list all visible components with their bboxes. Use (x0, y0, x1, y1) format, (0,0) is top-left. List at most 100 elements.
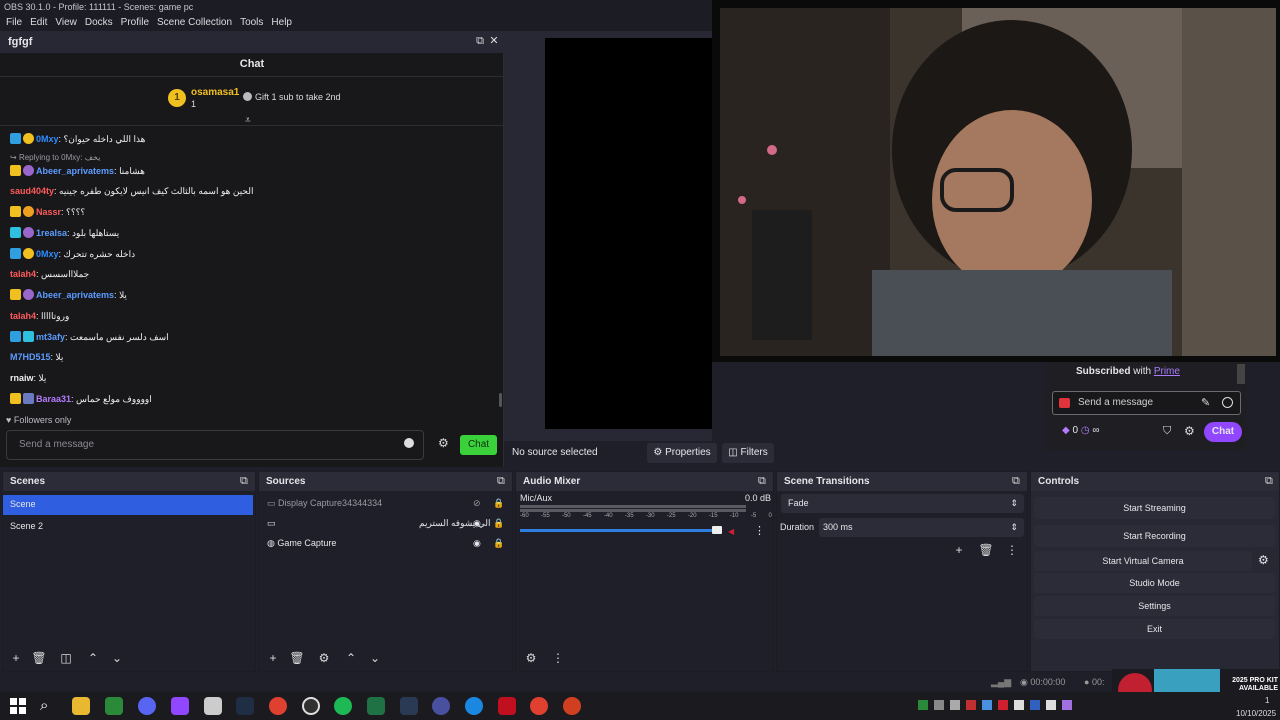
menu-tools[interactable]: Tools (240, 15, 263, 31)
float-dock-icon[interactable]: ⧉ (758, 475, 766, 488)
eye-icon[interactable]: ◉ (473, 514, 481, 532)
excel-icon[interactable] (367, 697, 385, 715)
preview-canvas[interactable] (545, 38, 712, 429)
float-dock-icon[interactable]: ⧉ (1012, 475, 1020, 488)
tray-icon[interactable] (966, 700, 976, 710)
transition-select[interactable]: Fade ⇕ (781, 494, 1024, 513)
overlay-scrollbar[interactable] (1237, 364, 1245, 384)
steam-icon[interactable] (236, 697, 254, 715)
properties-button[interactable]: ⚙ Properties (647, 443, 717, 463)
menu-view[interactable]: View (55, 15, 77, 31)
menu-profile[interactable]: Profile (121, 15, 149, 31)
scene-item[interactable]: Scene 2 (10, 517, 43, 535)
settings-button[interactable]: Settings (1034, 596, 1275, 616)
lock-icon[interactable]: 🔒 (493, 494, 504, 512)
menu-file[interactable]: File (6, 15, 22, 31)
emote-picker-icon[interactable] (404, 438, 414, 448)
duration-spinbox[interactable]: 300 ms ⇕ (819, 518, 1024, 537)
mute-icon[interactable]: ◀ (728, 527, 734, 536)
trash-icon[interactable]: 🗑 (31, 650, 47, 666)
tray-icon[interactable] (982, 700, 992, 710)
add-source-icon[interactable]: + (265, 650, 281, 666)
menu-help[interactable]: Help (271, 15, 292, 31)
expand-chevron-icon[interactable]: ⩡ (245, 115, 251, 126)
gear-icon[interactable]: ⚙ (316, 650, 332, 666)
move-up-icon[interactable]: ⌃ (343, 650, 359, 666)
menu-scene-collection[interactable]: Scene Collection (157, 15, 232, 31)
move-down-icon[interactable]: ⌄ (367, 650, 383, 666)
chat-settings-icon[interactable]: ⚙ (438, 436, 449, 450)
tray-icon[interactable] (1062, 700, 1072, 710)
volume-slider[interactable] (520, 529, 720, 532)
obs-icon[interactable] (302, 697, 320, 715)
cube-app-icon[interactable] (204, 697, 222, 715)
float-dock-icon[interactable]: ⧉ (497, 475, 505, 488)
float-dock-icon[interactable]: ⧉ (1265, 475, 1273, 488)
prime-link[interactable]: Prime (1154, 366, 1180, 377)
source-item[interactable]: ◍ Game Capture (267, 534, 336, 552)
tray-icon[interactable] (1046, 700, 1056, 710)
discord-icon[interactable] (138, 697, 156, 715)
search-icon[interactable]: ⌕ (40, 697, 48, 714)
clock-date[interactable]: 10/10/2025 (1236, 709, 1276, 718)
app-icon[interactable] (432, 697, 450, 715)
start-streaming-button[interactable]: Start Streaming (1034, 497, 1275, 519)
start-virtual-camera-button[interactable]: Start Virtual Camera (1034, 551, 1252, 571)
virtual-camera-settings-icon[interactable]: ⚙ (1258, 553, 1269, 567)
studio-mode-button[interactable]: Studio Mode (1034, 573, 1275, 593)
float-dock-icon[interactable]: ⧉ (240, 475, 248, 488)
add-transition-icon[interactable]: + (951, 542, 967, 558)
hype-icon[interactable]: ✎ (1201, 396, 1210, 409)
gear-icon[interactable]: ⚙ (1184, 424, 1195, 438)
menu-edit[interactable]: Edit (30, 15, 47, 31)
valorant-icon[interactable] (563, 697, 581, 715)
tray-icon[interactable] (950, 700, 960, 710)
tray-icon[interactable] (934, 700, 944, 710)
spotify-icon[interactable] (334, 697, 352, 715)
close-dock-icon[interactable]: ✕ (488, 35, 500, 47)
gift-sub-link[interactable]: Gift 1 sub to take 2nd (243, 92, 341, 102)
steam-icon[interactable] (400, 697, 418, 715)
trash-icon[interactable]: 🗑 (289, 650, 305, 666)
more-options-icon[interactable]: ⋮ (754, 524, 765, 537)
filters-button[interactable]: ◫ Filters (722, 443, 774, 463)
clock-time[interactable]: 1 (1265, 696, 1269, 705)
scene-item[interactable]: Scene (3, 495, 253, 515)
overlay-message-input[interactable]: Send a message ✎ (1052, 391, 1241, 415)
channel-points[interactable]: ◆ 0 ◷ ∞ (1062, 425, 1099, 436)
store-icon[interactable] (105, 697, 123, 715)
filters-icon[interactable]: ◫ (58, 650, 74, 666)
tray-icon[interactable] (918, 700, 928, 710)
chat-send-button[interactable]: Chat (460, 435, 497, 455)
advanced-audio-icon[interactable]: ⚙ (523, 650, 539, 666)
float-dock-icon[interactable]: ⧉ (474, 35, 486, 47)
browser-icon[interactable] (465, 697, 483, 715)
visibility-hidden-icon[interactable]: ⊘ (473, 494, 481, 512)
eye-icon[interactable]: ◉ (473, 534, 481, 552)
chat-scrollbar[interactable] (499, 393, 502, 407)
trash-icon[interactable]: 🗑 (978, 542, 994, 558)
menu-docks[interactable]: Docks (85, 15, 113, 31)
more-options-icon[interactable]: ⋮ (1004, 542, 1020, 558)
shield-icon[interactable]: ⛉ (1163, 425, 1171, 438)
tray-icon[interactable] (1014, 700, 1024, 710)
add-scene-icon[interactable]: + (8, 650, 24, 666)
tray-icon[interactable] (998, 700, 1008, 710)
overlay-chat-button[interactable]: Chat (1204, 422, 1242, 442)
game-icon[interactable] (498, 697, 516, 715)
lock-icon[interactable]: 🔒 (493, 514, 504, 532)
source-item[interactable]: ▭ Display Capture34344334 (267, 494, 382, 512)
tray-icon[interactable] (1030, 700, 1040, 710)
chat-input[interactable]: Send a message (6, 430, 424, 460)
start-recording-button[interactable]: Start Recording (1034, 525, 1275, 547)
file-explorer-icon[interactable] (72, 697, 90, 715)
lock-icon[interactable]: 🔒 (493, 534, 504, 552)
windows-start-icon[interactable] (10, 698, 26, 714)
emote-icon[interactable] (1222, 397, 1233, 408)
more-options-icon[interactable]: ⋮ (550, 650, 566, 666)
move-down-icon[interactable]: ⌄ (109, 650, 125, 666)
twitch-icon[interactable] (171, 697, 189, 715)
move-up-icon[interactable]: ⌃ (85, 650, 101, 666)
chrome-icon[interactable] (530, 697, 548, 715)
exit-button[interactable]: Exit (1034, 619, 1275, 639)
